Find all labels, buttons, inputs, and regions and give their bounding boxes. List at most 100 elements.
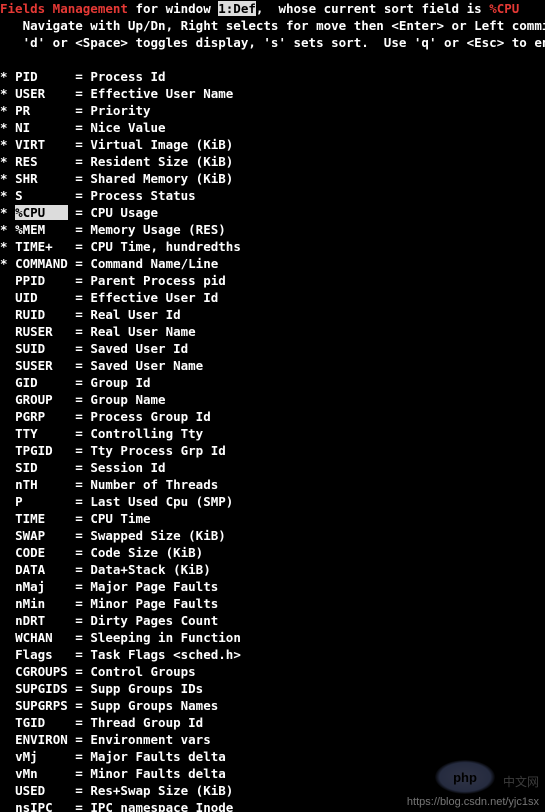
field-toggle-star[interactable] — [0, 358, 8, 373]
field-toggle-star[interactable]: * — [0, 137, 8, 152]
field-name[interactable]: SHR — [15, 171, 68, 186]
field-toggle-star[interactable]: * — [0, 103, 8, 118]
field-name[interactable]: nsIPC — [15, 800, 68, 812]
field-toggle-star[interactable] — [0, 579, 8, 594]
field-name[interactable]: vMn — [15, 766, 68, 781]
field-name[interactable]: USER — [15, 86, 68, 101]
field-name[interactable]: CGROUPS — [15, 664, 68, 679]
field-toggle-star[interactable] — [0, 307, 8, 322]
field-name[interactable]: TIME+ — [15, 239, 68, 254]
field-name[interactable]: ENVIRON — [15, 732, 68, 747]
field-toggle-star[interactable]: * — [0, 256, 8, 271]
field-name[interactable]: SID — [15, 460, 68, 475]
field-toggle-star[interactable]: * — [0, 239, 8, 254]
field-name[interactable]: SUPGIDS — [15, 681, 68, 696]
field-toggle-star[interactable] — [0, 392, 8, 407]
field-toggle-star[interactable] — [0, 681, 8, 696]
field-sep: = — [68, 800, 91, 812]
field-toggle-star[interactable] — [0, 664, 8, 679]
field-name[interactable]: TGID — [15, 715, 68, 730]
field-toggle-star[interactable] — [0, 800, 8, 812]
field-toggle-star[interactable]: * — [0, 205, 8, 220]
field-name[interactable]: P — [15, 494, 68, 509]
field-toggle-star[interactable] — [0, 698, 8, 713]
field-sep: = — [68, 307, 91, 322]
field-desc: Major Page Faults — [90, 579, 218, 594]
field-toggle-star[interactable]: * — [0, 69, 8, 84]
field-name[interactable]: TIME — [15, 511, 68, 526]
field-toggle-star[interactable]: * — [0, 171, 8, 186]
field-sep: = — [68, 205, 91, 220]
field-toggle-star[interactable] — [0, 460, 8, 475]
field-toggle-star[interactable]: * — [0, 120, 8, 135]
field-name[interactable]: S — [15, 188, 68, 203]
field-name[interactable]: TTY — [15, 426, 68, 441]
field-name[interactable]: nMaj — [15, 579, 68, 594]
field-sep: = — [68, 562, 91, 577]
field-toggle-star[interactable] — [0, 409, 8, 424]
field-toggle-star[interactable] — [0, 562, 8, 577]
field-name[interactable]: nDRT — [15, 613, 68, 628]
field-toggle-star[interactable] — [0, 766, 8, 781]
field-name[interactable]: RUSER — [15, 324, 68, 339]
field-name[interactable]: Flags — [15, 647, 68, 662]
field-toggle-star[interactable] — [0, 273, 8, 288]
field-name[interactable]: PGRP — [15, 409, 68, 424]
field-toggle-star[interactable] — [0, 511, 8, 526]
field-name[interactable]: WCHAN — [15, 630, 68, 645]
field-toggle-star[interactable] — [0, 443, 8, 458]
field-toggle-star[interactable] — [0, 749, 8, 764]
field-name[interactable]: PID — [15, 69, 68, 84]
field-desc: Process Id — [90, 69, 165, 84]
field-toggle-star[interactable] — [0, 732, 8, 747]
field-name[interactable]: vMj — [15, 749, 68, 764]
field-toggle-star[interactable] — [0, 375, 8, 390]
field-toggle-star[interactable]: * — [0, 188, 8, 203]
field-toggle-star[interactable] — [0, 477, 8, 492]
field-name[interactable]: %CPU — [15, 205, 68, 220]
field-name[interactable]: GID — [15, 375, 68, 390]
field-name[interactable]: TPGID — [15, 443, 68, 458]
field-name[interactable]: DATA — [15, 562, 68, 577]
field-sep: = — [68, 715, 91, 730]
field-name[interactable]: SUPGRPS — [15, 698, 68, 713]
field-name[interactable]: PPID — [15, 273, 68, 288]
field-name[interactable]: %MEM — [15, 222, 68, 237]
field-toggle-star[interactable]: * — [0, 154, 8, 169]
field-name[interactable]: USED — [15, 783, 68, 798]
field-toggle-star[interactable] — [0, 715, 8, 730]
field-sep: = — [68, 324, 91, 339]
field-toggle-star[interactable] — [0, 647, 8, 662]
field-name[interactable]: NI — [15, 120, 68, 135]
field-toggle-star[interactable] — [0, 290, 8, 305]
field-name[interactable]: GROUP — [15, 392, 68, 407]
field-name[interactable]: PR — [15, 103, 68, 118]
terminal-screen[interactable]: Fields Management for window 1:Def, whos… — [0, 0, 545, 812]
field-toggle-star[interactable] — [0, 324, 8, 339]
sort-field: %CPU — [489, 1, 519, 16]
field-name[interactable]: nTH — [15, 477, 68, 492]
field-toggle-star[interactable] — [0, 630, 8, 645]
field-name[interactable]: UID — [15, 290, 68, 305]
field-toggle-star[interactable] — [0, 783, 8, 798]
field-name[interactable]: VIRT — [15, 137, 68, 152]
field-name[interactable]: SUID — [15, 341, 68, 356]
field-name[interactable]: RUID — [15, 307, 68, 322]
field-name[interactable]: RES — [15, 154, 68, 169]
field-toggle-star[interactable] — [0, 545, 8, 560]
field-toggle-star[interactable] — [0, 528, 8, 543]
header-text: for window — [128, 1, 218, 16]
field-name[interactable]: nMin — [15, 596, 68, 611]
field-toggle-star[interactable] — [0, 426, 8, 441]
field-toggle-star[interactable] — [0, 494, 8, 509]
field-desc: Nice Value — [90, 120, 165, 135]
field-toggle-star[interactable] — [0, 613, 8, 628]
field-toggle-star[interactable]: * — [0, 222, 8, 237]
field-name[interactable]: CODE — [15, 545, 68, 560]
field-toggle-star[interactable]: * — [0, 86, 8, 101]
field-toggle-star[interactable] — [0, 341, 8, 356]
field-name[interactable]: SWAP — [15, 528, 68, 543]
field-toggle-star[interactable] — [0, 596, 8, 611]
field-name[interactable]: COMMAND — [15, 256, 68, 271]
field-name[interactable]: SUSER — [15, 358, 68, 373]
